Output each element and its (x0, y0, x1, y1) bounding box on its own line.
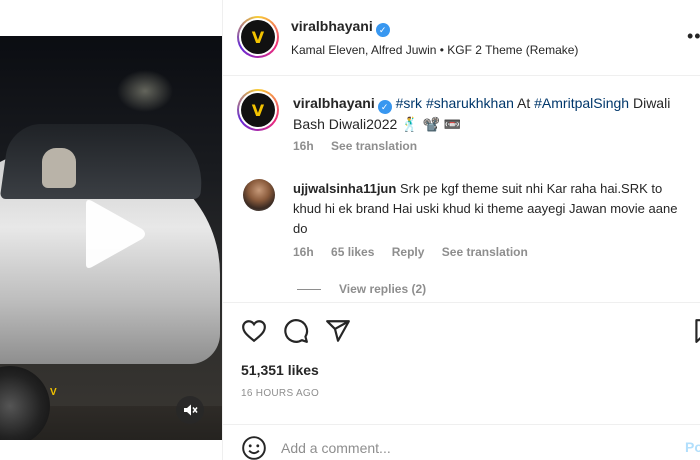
replies-divider (297, 288, 321, 290)
comment-time[interactable]: 16h (293, 245, 314, 259)
audio-attribution[interactable]: Kamal Eleven, Alfred Juwin • KGF 2 Theme… (291, 43, 578, 57)
video-player[interactable]: V (0, 0, 222, 460)
video-car-window (0, 124, 211, 199)
view-replies-button[interactable]: View replies (2) (297, 282, 426, 296)
author-line: viralbhayani ✓ (291, 18, 390, 37)
comment-composer: Po (223, 424, 700, 460)
video-driver (42, 148, 76, 188)
caption-at: At (517, 95, 531, 111)
comment-icon[interactable] (283, 318, 309, 344)
caption-time[interactable]: 16h (293, 139, 314, 153)
comment-meta: 16h 65 likes Reply See translation (293, 245, 542, 259)
caption-username[interactable]: viralbhayani (293, 95, 375, 111)
post-header: V viralbhayani ✓ Kamal Eleven, Alfred Juw… (223, 0, 700, 76)
post-comment-button[interactable]: Po (685, 439, 700, 455)
caption-avatar-logo: V (241, 93, 275, 127)
view-replies-label: View replies (2) (339, 282, 427, 296)
post-panel: V viralbhayani ✓ Kamal Eleven, Alfred Juw… (222, 0, 700, 460)
caption-text: viralbhayani ✓ #srk #sharukhkhan At #Amri… (293, 93, 683, 135)
more-options-icon[interactable]: ••• (687, 26, 700, 47)
comment-translate-link[interactable]: See translation (442, 245, 528, 259)
commenter-avatar[interactable] (243, 179, 275, 211)
comment-likes[interactable]: 65 likes (331, 245, 374, 259)
verified-icon: ✓ (375, 23, 390, 37)
caption-translate-link[interactable]: See translation (331, 139, 417, 153)
commenter-username[interactable]: ujjwalsinha11jun (293, 181, 396, 196)
likes-count[interactable]: 51,351 likes (241, 362, 319, 378)
share-icon[interactable] (325, 318, 351, 344)
author-logo: V (241, 20, 275, 54)
action-bar (223, 318, 700, 348)
comments-section: V viralbhayani ✓ #srk #sharukhkhan At #Am… (223, 77, 700, 303)
hashtag-amritpalsingh[interactable]: #AmritpalSingh (534, 95, 629, 111)
video-bottom-gap (0, 440, 222, 460)
author-username[interactable]: viralbhayani (291, 18, 373, 34)
emoji-icon[interactable] (241, 435, 267, 460)
hashtag-sharukhkhan[interactable]: #sharukhkhan (426, 95, 514, 111)
heart-icon[interactable] (241, 318, 267, 344)
caption-avatar[interactable]: V (237, 89, 279, 131)
caption-meta: 16h See translation (293, 139, 431, 153)
bookmark-icon[interactable] (691, 318, 700, 344)
muted-speaker-icon (184, 404, 198, 416)
caption-verified-icon: ✓ (377, 100, 392, 114)
video-badge-logo: V (50, 387, 57, 398)
post-timestamp: 16 HOURS AGO (241, 388, 320, 399)
mute-button[interactable] (176, 396, 204, 424)
play-icon[interactable] (74, 194, 154, 274)
hashtag-srk[interactable]: #srk (396, 95, 422, 111)
author-avatar[interactable]: V (237, 16, 279, 58)
comment-input[interactable] (281, 437, 641, 459)
comment-text: ujjwalsinha11jun Srk pe kgf theme suit n… (293, 179, 688, 239)
video-top-gap (0, 0, 222, 36)
comment-reply-button[interactable]: Reply (392, 245, 425, 259)
